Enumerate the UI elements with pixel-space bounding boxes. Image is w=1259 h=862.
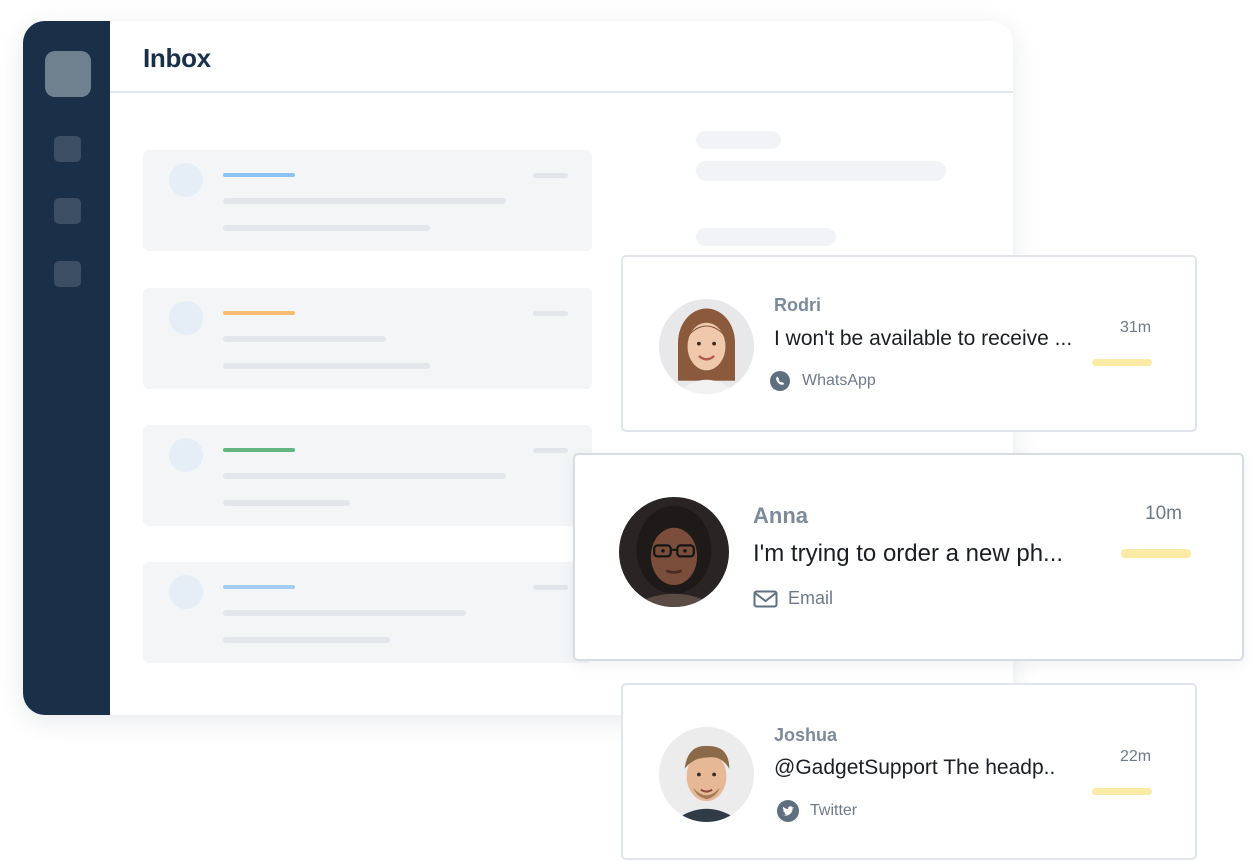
skeleton-time [533, 311, 568, 316]
message-time: 31m [1120, 319, 1152, 336]
channel-name: Email [788, 588, 834, 608]
skeleton-line [223, 473, 506, 479]
skeleton-detail-line [696, 131, 781, 149]
skeleton-time [533, 173, 568, 178]
message-preview: I'm trying to order a new ph... [753, 540, 1064, 567]
sidebar-item-1[interactable] [54, 136, 81, 162]
skeleton-list-item[interactable] [143, 288, 592, 389]
conversation-card[interactable]: Joshua @GadgetSupport The headp.. Twitte… [621, 683, 1197, 860]
skeleton-list-item[interactable] [143, 150, 592, 251]
skeleton-line [223, 363, 430, 369]
avatar [659, 727, 754, 822]
message-time: 10m [1145, 503, 1182, 524]
whatsapp-icon [768, 369, 792, 393]
conversation-card[interactable]: Rodri I won't be available to receive ..… [621, 255, 1197, 432]
skeleton-avatar [169, 163, 203, 197]
skeleton-list-item[interactable] [143, 562, 592, 663]
avatar [619, 497, 729, 607]
app-logo[interactable] [45, 51, 91, 97]
skeleton-accent-line [223, 585, 295, 589]
channel-name: WhatsApp [802, 372, 876, 389]
skeleton-line [223, 225, 430, 231]
contact-name: Joshua [774, 725, 838, 745]
stage: Inbox Rodri I won't be available to rece… [0, 0, 1259, 862]
contact-name: Rodri [774, 295, 821, 315]
skeleton-line [223, 610, 466, 616]
envelope-icon [753, 590, 778, 608]
conversation-card-active[interactable]: Anna I'm trying to order a new ph... Ema… [573, 453, 1244, 661]
unread-indicator-bar [1092, 788, 1152, 795]
skeleton-detail-line [696, 228, 836, 246]
message-preview: I won't be available to receive ... [774, 327, 1073, 350]
skeleton-line [223, 336, 386, 342]
header: Inbox [110, 21, 1013, 93]
twitter-icon [776, 799, 800, 823]
channel-label: WhatsApp [768, 369, 876, 393]
sidebar [23, 21, 110, 715]
channel-name: Twitter [810, 802, 858, 819]
message-time: 22m [1120, 748, 1152, 765]
channel-label: Email [753, 588, 833, 609]
skeleton-accent-line [223, 311, 295, 315]
skeleton-line [223, 637, 390, 643]
avatar [659, 299, 754, 394]
contact-name: Anna [753, 503, 808, 528]
skeleton-detail-line [696, 161, 946, 181]
skeleton-list-item[interactable] [143, 425, 592, 526]
skeleton-avatar [169, 301, 203, 335]
channel-label: Twitter [776, 799, 857, 823]
unread-indicator-bar [1092, 359, 1152, 366]
page-title: Inbox [143, 43, 211, 73]
message-preview: @GadgetSupport The headp.. [774, 756, 1056, 779]
skeleton-accent-line [223, 173, 295, 177]
skeleton-accent-line [223, 448, 295, 452]
unread-indicator-bar [1121, 549, 1191, 558]
skeleton-avatar [169, 575, 203, 609]
skeleton-time [533, 448, 568, 453]
skeleton-line [223, 500, 350, 506]
sidebar-item-2[interactable] [54, 198, 81, 224]
skeleton-avatar [169, 438, 203, 472]
skeleton-line [223, 198, 506, 204]
skeleton-time [533, 585, 568, 590]
sidebar-item-3[interactable] [54, 261, 81, 287]
